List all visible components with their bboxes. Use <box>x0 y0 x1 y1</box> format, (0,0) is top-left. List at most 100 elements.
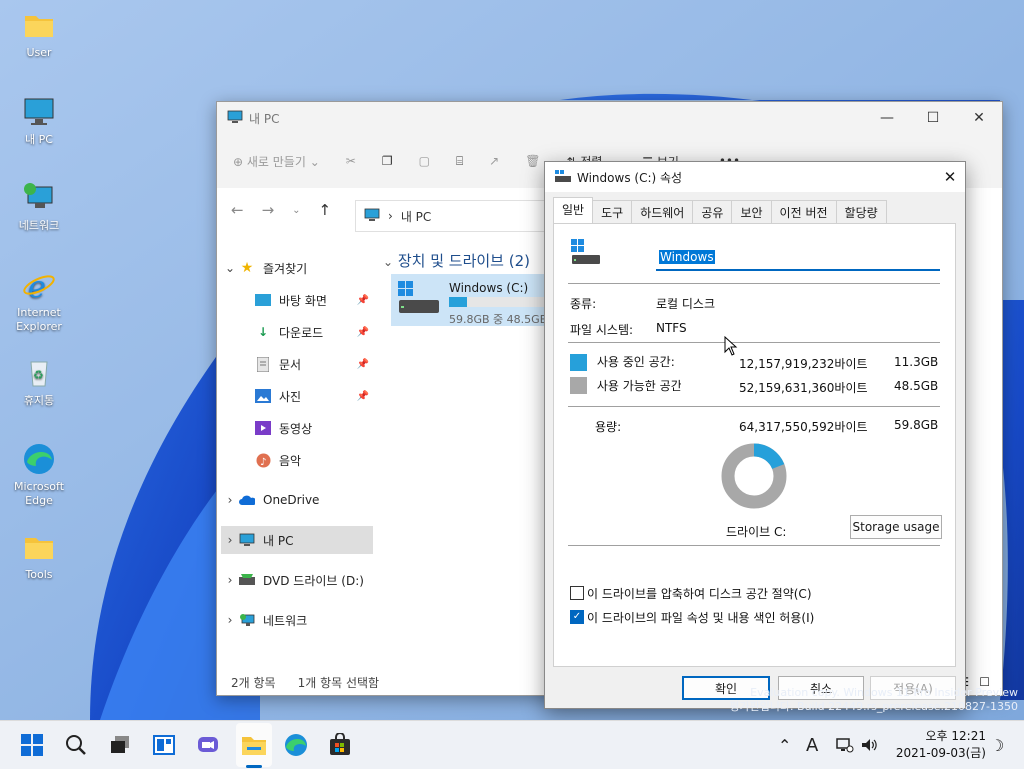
search-icon[interactable] <box>60 729 92 761</box>
desktop-icon-label: 네트워크 <box>18 219 60 232</box>
copy-icon[interactable]: ❐ <box>382 154 393 168</box>
capacity-bytes: 64,317,550,592바이트 <box>739 420 868 434</box>
new-button[interactable]: ⊕ 새로 만들기 ⌄ <box>233 153 320 170</box>
nav-label: DVD 드라이브 (D:) <box>263 573 364 588</box>
tab-quota[interactable]: 할당량 <box>835 200 887 223</box>
file-explorer-icon[interactable] <box>238 729 270 761</box>
focus-assist-moon-icon[interactable]: ☽ <box>990 721 1004 769</box>
drive-tile-c[interactable]: Windows (C:) 59.8GB 중 48.5GB <box>391 274 551 326</box>
chevron-down-icon: ⌄ <box>383 255 394 269</box>
desktop-icon-label: Microsoft Edge <box>13 480 65 507</box>
store-icon[interactable] <box>324 729 356 761</box>
delete-icon[interactable]: 🗑 <box>525 154 540 168</box>
network-status-icon[interactable] <box>836 721 854 769</box>
nav-item-desktop[interactable]: 바탕 화면 📌 <box>221 286 373 314</box>
cut-icon[interactable]: ✂ <box>346 154 356 168</box>
chevron-right-icon[interactable]: › <box>221 613 239 627</box>
capacity-gb: 59.8GB <box>894 418 939 432</box>
explorer-titlebar[interactable]: 내 PC — ☐ ✕ <box>217 102 1002 134</box>
pin-icon[interactable]: 📌 <box>357 391 369 402</box>
paste-icon[interactable]: ▢ <box>419 154 430 168</box>
nav-item-documents[interactable]: 문서 📌 <box>221 350 373 378</box>
ime-indicator[interactable]: A <box>806 721 818 769</box>
system-clock[interactable]: 오후 12:21 2021-09-03(금) <box>896 728 986 762</box>
clock-date: 2021-09-03(금) <box>895 746 986 760</box>
tab-sharing[interactable]: 공유 <box>692 200 733 223</box>
new-label: 새로 만들기 <box>246 154 306 169</box>
volume-icon[interactable] <box>860 721 878 769</box>
chevron-down-icon[interactable]: ⌄ <box>221 261 239 275</box>
show-hidden-icons-icon[interactable]: ⌃ <box>778 721 791 769</box>
status-bar: 2개 항목 1개 항목 선택함 <box>231 674 379 691</box>
desktop-icon-this-pc[interactable]: 내 PC <box>3 95 75 147</box>
nav-quick-access[interactable]: ⌄ ★ 즐겨찾기 <box>221 254 373 282</box>
tab-security[interactable]: 보안 <box>731 200 772 223</box>
desktop-icon-label: 내 PC <box>25 133 53 146</box>
desktop-icon-recycle-bin[interactable]: ♻ 휴지통 <box>3 356 75 408</box>
desktop-icon-user[interactable]: User <box>3 8 75 60</box>
nav-label: OneDrive <box>263 493 320 507</box>
chat-icon[interactable] <box>192 729 224 761</box>
nav-item-downloads[interactable]: ↓ 다운로드 📌 <box>221 318 373 346</box>
nav-this-pc[interactable]: › 내 PC <box>221 526 373 554</box>
drive-properties-dialog[interactable]: Windows (C:) 속성 ✕ 일반 도구 하드웨어 공유 보안 이전 버전… <box>544 161 966 709</box>
desktop-icon-tools[interactable]: Tools <box>3 530 75 582</box>
close-button[interactable]: ✕ <box>935 162 965 192</box>
pin-icon[interactable]: 📌 <box>357 359 369 370</box>
desktop-icon-network[interactable]: 네트워크 <box>3 181 75 233</box>
task-view-icon[interactable] <box>104 729 136 761</box>
document-icon <box>255 356 271 372</box>
forward-icon[interactable]: → <box>262 201 275 219</box>
tab-previous-versions[interactable]: 이전 버전 <box>770 200 837 223</box>
compress-checkbox[interactable] <box>570 586 584 600</box>
type-label: 종류: <box>570 297 597 311</box>
tab-general[interactable]: 일반 <box>553 197 594 223</box>
star-icon: ★ <box>240 260 254 276</box>
share-icon[interactable]: ↗ <box>489 154 499 168</box>
nav-onedrive[interactable]: › OneDrive <box>221 486 373 514</box>
back-icon[interactable]: ← <box>231 201 244 219</box>
nav-dvd-drive[interactable]: › DVD 드라이브 (D:) <box>221 566 373 594</box>
mouse-cursor-icon <box>724 336 738 356</box>
folder-icon <box>22 8 56 42</box>
maximize-button[interactable]: ☐ <box>910 102 956 134</box>
nav-network[interactable]: › 네트워크 <box>221 606 373 634</box>
free-bytes: 52,159,631,360바이트 <box>739 381 868 395</box>
pin-icon[interactable]: 📌 <box>357 327 369 338</box>
dialog-titlebar[interactable]: Windows (C:) 속성 ✕ <box>545 162 965 192</box>
edge-icon[interactable] <box>280 729 312 761</box>
edge-icon <box>22 442 56 476</box>
monitor-icon <box>227 110 243 127</box>
close-button[interactable]: ✕ <box>956 102 1002 134</box>
svg-text:♻: ♻ <box>33 368 44 382</box>
selected-count: 1개 항목 선택함 <box>297 676 380 690</box>
item-count: 2개 항목 <box>231 676 276 690</box>
recent-chevron-icon[interactable]: ⌄ <box>292 205 300 216</box>
index-checkbox[interactable]: ✓ <box>570 610 584 624</box>
address-bar[interactable]: › 내 PC <box>355 200 565 232</box>
nav-item-music[interactable]: ♪ 음악 <box>221 446 373 474</box>
pin-icon[interactable]: 📌 <box>357 295 369 306</box>
minimize-button[interactable]: — <box>864 102 910 134</box>
devices-group-header[interactable]: ⌄ 장치 및 드라이브 (2) <box>383 250 530 271</box>
up-icon[interactable]: ↑ <box>319 201 332 219</box>
desktop-icon <box>255 292 271 308</box>
start-icon[interactable] <box>16 729 48 761</box>
desktop-icon-internet-explorer[interactable]: e Internet Explorer <box>3 268 75 334</box>
breadcrumb-separator-icon: › <box>388 209 393 223</box>
desktop-icon-edge[interactable]: Microsoft Edge <box>3 442 75 508</box>
rename-icon[interactable]: ⌸ <box>456 154 463 169</box>
breadcrumb[interactable]: 내 PC <box>401 208 431 225</box>
tab-hardware[interactable]: 하드웨어 <box>631 200 694 223</box>
chevron-right-icon[interactable]: › <box>221 493 239 507</box>
widgets-icon[interactable] <box>148 729 180 761</box>
tab-tools[interactable]: 도구 <box>592 200 633 223</box>
compress-label: 이 드라이브를 압축하여 디스크 공간 절약(C) <box>587 587 812 601</box>
nav-item-videos[interactable]: 동영상 <box>221 414 373 442</box>
drive-name-input[interactable]: Windows <box>656 247 940 271</box>
chevron-right-icon[interactable]: › <box>221 533 239 547</box>
nav-item-pictures[interactable]: 사진 📌 <box>221 382 373 410</box>
nav-label: 즐겨찾기 <box>263 261 308 276</box>
chevron-right-icon[interactable]: › <box>221 573 239 587</box>
storage-usage-button[interactable]: Storage usage <box>850 515 942 539</box>
